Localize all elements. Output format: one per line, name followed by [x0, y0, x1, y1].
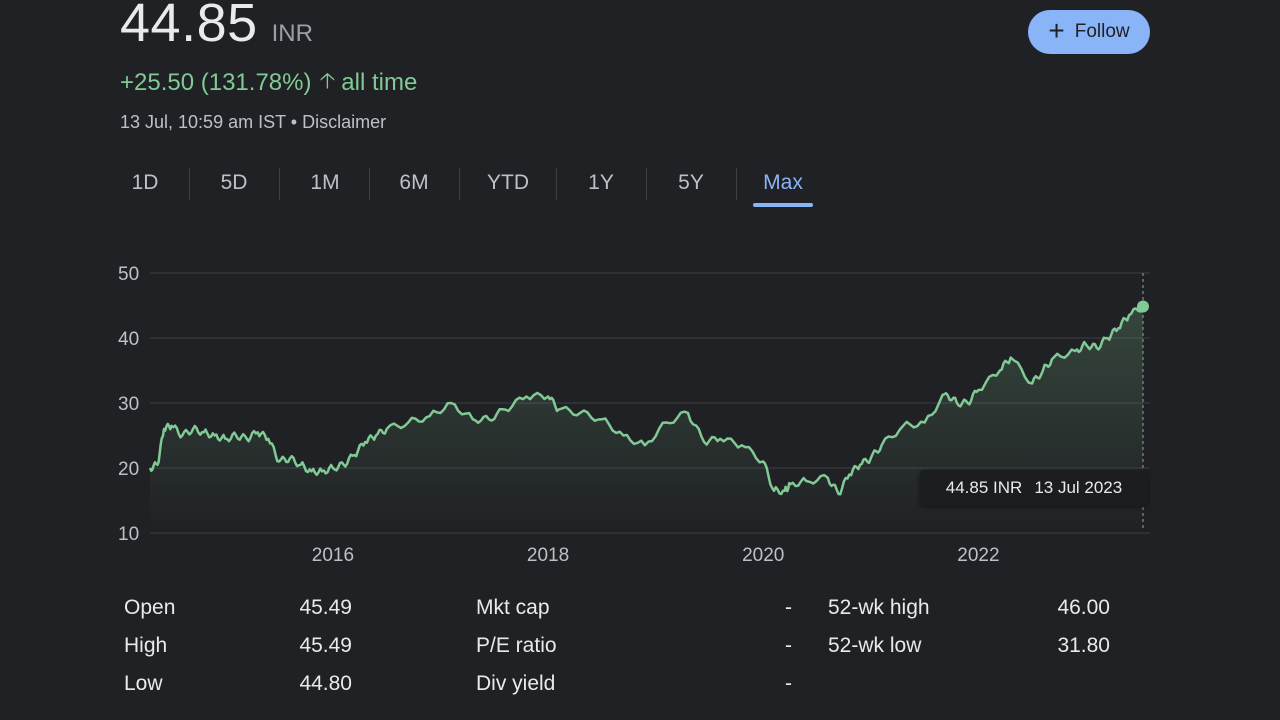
chart-tooltip: 44.85 INR 13 Jul 2023 [920, 470, 1148, 506]
price-row: 44.85 INR [120, 0, 313, 54]
stat-value: 45.49 [299, 596, 352, 619]
tab-1y[interactable]: 1Y [571, 164, 631, 204]
tab-separator [736, 168, 737, 200]
timestamp: 13 Jul, 10:59 am IST • Disclaimer [120, 112, 387, 132]
arrow-up-icon: 🡡 [319, 68, 336, 93]
tab-5d[interactable]: 5D [204, 164, 264, 204]
tab-5y[interactable]: 5Y [661, 164, 721, 204]
x-axis: 2016 2018 2020 2022 [312, 545, 1000, 566]
tab-separator [646, 168, 647, 200]
stat-label: High [124, 634, 168, 657]
stat-value: 31.80 [1057, 634, 1110, 657]
tab-1m[interactable]: 1M [295, 164, 355, 204]
current-price: 44.85 [120, 0, 258, 53]
tab-1d[interactable]: 1D [115, 164, 175, 204]
tab-ytd[interactable]: YTD [478, 164, 538, 204]
tab-separator [189, 168, 190, 200]
stat-value: - [785, 672, 792, 695]
plus-icon: + [1048, 14, 1065, 46]
y-tick-label: 50 [118, 264, 139, 285]
x-tick-label: 2020 [742, 545, 784, 566]
y-tick-label: 30 [118, 394, 139, 415]
currency-label: INR [271, 20, 313, 47]
stat-label: Open [124, 596, 176, 619]
tab-separator [556, 168, 557, 200]
stat-label: Div yield [476, 672, 556, 695]
tab-separator [369, 168, 370, 200]
change-row: +25.50 (131.78%) 🡡 all time [120, 64, 417, 102]
stat-label: 52-wk high [828, 596, 930, 619]
tooltip-date: 13 Jul 2023 [1034, 478, 1123, 497]
y-tick-label: 40 [118, 329, 139, 350]
price-chart[interactable]: 50 40 30 20 10 2016 2018 2020 2022 [0, 250, 1280, 570]
current-price-marker [1137, 300, 1149, 313]
stat-value: 46.00 [1057, 596, 1110, 619]
stat-label: P/E ratio [476, 634, 557, 657]
stat-value: 45.49 [299, 634, 352, 657]
price-change: +25.50 (131.78%) [120, 69, 312, 96]
tab-6m[interactable]: 6M [384, 164, 444, 204]
tab-separator [279, 168, 280, 200]
stat-value: - [785, 634, 792, 657]
tab-max[interactable]: Max [753, 164, 813, 207]
y-tick-label: 20 [118, 459, 139, 480]
x-tick-label: 2018 [527, 545, 569, 566]
y-tick-label: 10 [118, 524, 139, 545]
follow-label: Follow [1074, 21, 1130, 42]
x-tick-label: 2016 [312, 545, 354, 566]
stat-label: Mkt cap [476, 596, 550, 619]
change-period: all time [341, 69, 418, 96]
x-tick-label: 2022 [957, 545, 999, 566]
tooltip-price: 44.85 INR [945, 478, 1023, 497]
y-axis: 50 40 30 20 10 [118, 264, 139, 545]
stat-label: Low [124, 672, 163, 695]
stat-value: 44.80 [299, 672, 352, 695]
tab-separator [459, 168, 460, 200]
stat-value: - [785, 596, 792, 619]
stat-label: 52-wk low [828, 634, 922, 657]
follow-button[interactable]: + Follow [1028, 10, 1150, 54]
